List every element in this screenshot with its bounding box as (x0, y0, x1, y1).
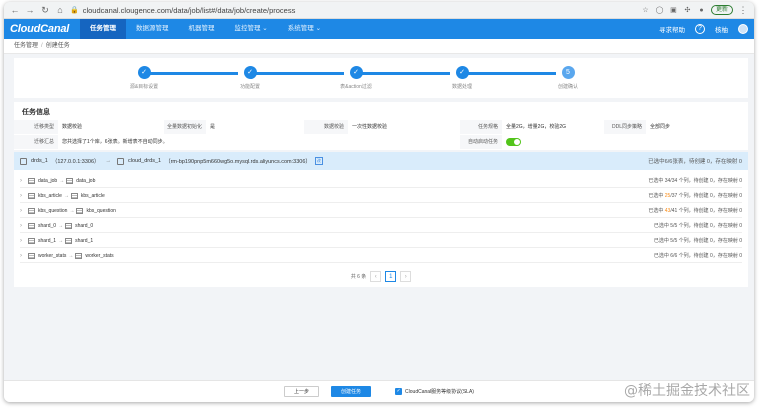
main-menu: 任务管理 数据源管理 机器管理 监控管理 ⌄ 系统管理 ⌄ (80, 19, 331, 39)
extension-icon[interactable]: ▣ (669, 6, 678, 15)
chevron-right-icon[interactable]: › (20, 238, 28, 244)
more-icon[interactable]: ⋮ (738, 5, 748, 15)
back-icon[interactable]: ← (10, 5, 20, 15)
step-3: ✓ 表&action过滤 (326, 66, 386, 90)
reload-icon[interactable]: ↻ (40, 5, 50, 15)
table-icon (65, 222, 73, 229)
breadcrumb-item: 创建任务 (45, 43, 70, 49)
edit-tag[interactable]: 改 (314, 157, 323, 165)
puzzle-icon[interactable]: ✣ (683, 6, 692, 15)
table-icon (28, 222, 35, 229)
update-button[interactable]: 更新 (710, 5, 733, 15)
total-count: 共 6 条 (350, 273, 367, 280)
page-button[interactable]: 1 (385, 270, 397, 282)
info-row: 迁移类型 数据校验 全量数据初始化 是 数据校验 一次性数据校验 任务规格 全量… (14, 120, 748, 134)
menu-item-system[interactable]: 系统管理 ⌄ (278, 19, 331, 39)
app-header: CloudCanal 任务管理 数据源管理 机器管理 监控管理 ⌄ 系统管理 ⌄… (4, 19, 754, 39)
breadcrumb: 任务管理 / 创建任务 (4, 39, 754, 54)
table-row[interactable]: › kbs_question → kbs_question 已选中 43/41 个列… (20, 204, 742, 218)
table-row[interactable]: › kbs_article → kbs_article 已选中 25/37 个列，待… (20, 189, 742, 203)
menu-item-tasks[interactable]: 任务管理 (80, 19, 126, 39)
breadcrumb-item[interactable]: 任务管理 (14, 43, 38, 49)
menu-item-datasources[interactable]: 数据源管理 (126, 19, 179, 39)
table-icon (28, 237, 35, 244)
checkbox-icon[interactable]: ✓ (395, 388, 403, 395)
browser-toolbar: ← → ↻ ⌂ 🔒 cloudcanal.clougence.com/data/… (4, 2, 754, 19)
step-2: ✓ 功能配置 (220, 66, 280, 90)
table-row[interactable]: › data_job → data_job 已选中 34/34 个列，待创建 0，存… (20, 174, 742, 188)
prev-page-button[interactable]: ‹ (370, 270, 382, 282)
menu-item-machines[interactable]: 机器管理 (179, 19, 225, 39)
task-info-card: 任务信息 迁移类型 数据校验 全量数据初始化 是 数据校验 一次性数据校验 任务… (14, 102, 748, 150)
watermark: @稀土掘金技术社区 (624, 383, 750, 399)
section-title: 任务信息 (22, 109, 50, 116)
mapping-header: drds_1 （127.0.0.1:3306） → cloud_drds_1 （… (14, 152, 748, 170)
avatar[interactable] (738, 24, 748, 34)
table-row[interactable]: › shard_1 → shard_1 已选中 5/5 个列，待创建 0，存在映射 … (20, 234, 742, 248)
chevron-right-icon[interactable]: › (20, 253, 28, 259)
chevron-right-icon[interactable]: › (20, 223, 28, 229)
mapping-summary: 已选中6/6张表，待创建 0，存在映射 0 (648, 159, 742, 165)
table-row[interactable]: › shard_0 → shard_0 已选中 5/5 个列，待创建 0，存在映射 … (20, 219, 742, 233)
logo: CloudCanal (10, 23, 70, 35)
step-1: ✓ 源&目标设置 (114, 66, 174, 90)
table-icon (66, 177, 74, 184)
steps-progress: ✓ 源&目标设置 ✓ 功能配置 ✓ 表&action过滤 ✓ 数据处理 5 创建… (14, 58, 748, 98)
step-4: ✓ 数据处理 (432, 66, 492, 90)
info-row: 迁移汇总 您共选择了1个库，6张表。新增表不自动同步。 自动启动任务 (14, 135, 748, 149)
table-icon (28, 177, 35, 184)
table-icon (65, 237, 73, 244)
table-icon (75, 252, 83, 259)
forward-icon[interactable]: → (25, 5, 35, 15)
help-link[interactable]: 寻求帮助 (659, 24, 685, 34)
create-task-button[interactable]: 创建任务 (331, 386, 372, 397)
extension-icon[interactable]: ◯ (655, 6, 664, 15)
chevron-right-icon[interactable]: › (20, 193, 28, 199)
database-icon (20, 157, 27, 165)
menu-item-monitor[interactable]: 监控管理 ⌄ (225, 19, 278, 39)
table-icon (70, 192, 78, 199)
browser-window: ← → ↻ ⌂ 🔒 cloudcanal.clougence.com/data/… (4, 2, 754, 402)
table-icon (28, 252, 35, 259)
profile-icon[interactable]: ● (697, 6, 706, 15)
user-name[interactable]: 核柚 (715, 24, 728, 34)
home-icon[interactable]: ⌂ (55, 5, 65, 15)
auto-start-toggle[interactable] (506, 138, 521, 146)
table-row[interactable]: › worker_stats → worker_stats 已选中 6/6 个列，待… (20, 249, 742, 263)
chevron-right-icon[interactable]: › (20, 178, 28, 184)
database-icon (117, 157, 125, 165)
table-mapping-card: drds_1 （127.0.0.1:3306） → cloud_drds_1 （… (14, 152, 748, 287)
step-5: 5 创建确认 (538, 66, 598, 90)
table-icon (28, 192, 35, 199)
arrow-right-icon: → (105, 158, 112, 164)
sla-checkbox[interactable]: ✓ CloudCanal服务等级协议(SLA) (395, 388, 474, 395)
star-icon[interactable]: ☆ (641, 6, 650, 15)
table-icon (76, 207, 84, 214)
question-icon[interactable]: ? (695, 24, 705, 34)
prev-step-button[interactable]: 上一步 (284, 386, 320, 397)
pagination: 共 6 条 ‹ 1 › (14, 270, 748, 282)
table-icon (28, 207, 35, 214)
lock-icon: 🔒 (70, 7, 79, 14)
next-page-button[interactable]: › (400, 270, 412, 282)
chevron-right-icon[interactable]: › (20, 208, 28, 214)
url-text: cloudcanal.clougence.com/data/job/list#/… (82, 5, 296, 15)
address-bar[interactable]: 🔒 cloudcanal.clougence.com/data/job/list… (70, 6, 636, 15)
